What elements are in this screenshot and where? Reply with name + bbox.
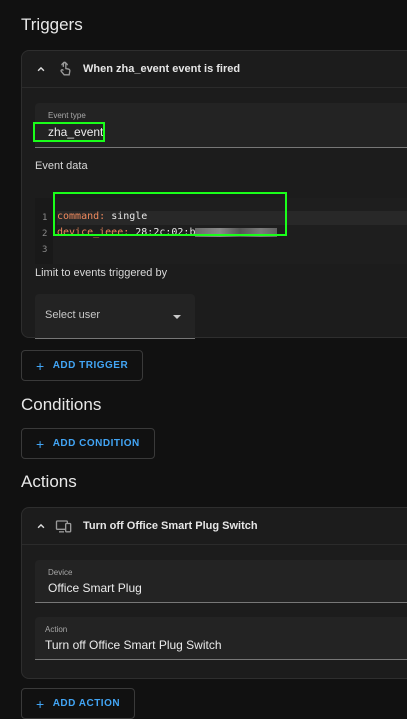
event-data-highlight: [53, 192, 287, 236]
event-type-highlight: [33, 122, 105, 142]
action-value: Turn off Office Smart Plug Switch: [45, 638, 222, 652]
add-condition-button[interactable]: + ADD CONDITION: [21, 428, 155, 459]
event-data-label: Event data: [35, 160, 88, 172]
add-trigger-button[interactable]: + ADD TRIGGER: [21, 350, 144, 381]
line-number: 1: [42, 213, 48, 223]
code-line[interactable]: [57, 243, 407, 257]
action-field[interactable]: Action Turn off Office Smart Plug Switch: [35, 617, 407, 660]
user-select-placeholder: Select user: [45, 309, 101, 321]
line-number: 3: [42, 245, 48, 255]
device-field[interactable]: Device Office Smart Plug: [35, 560, 407, 603]
limit-label: Limit to events triggered by: [35, 267, 168, 279]
add-action-button[interactable]: + ADD ACTION: [21, 688, 136, 719]
action-card: Turn off Office Smart Plug Switch Device…: [21, 507, 407, 679]
add-condition-label: ADD CONDITION: [52, 438, 140, 449]
chevron-up-icon[interactable]: [34, 519, 48, 533]
menu-down-icon: [173, 315, 181, 319]
line-number: 2: [42, 229, 48, 239]
add-action-label: ADD ACTION: [52, 698, 121, 709]
trigger-card-title: When zha_event event is fired: [83, 63, 241, 75]
user-select[interactable]: Select user: [35, 294, 195, 339]
action-card-header[interactable]: Turn off Office Smart Plug Switch: [22, 508, 407, 545]
plus-icon: +: [36, 695, 45, 712]
add-trigger-label: ADD TRIGGER: [52, 360, 129, 371]
actions-heading: Actions: [21, 472, 77, 491]
action-card-title: Turn off Office Smart Plug Switch: [83, 520, 258, 532]
trigger-card: When zha_event event is fired Event type…: [21, 50, 407, 339]
devices-icon: [55, 520, 72, 533]
device-label: Device: [48, 568, 73, 577]
triggers-heading: Triggers: [21, 15, 83, 34]
trigger-card-header[interactable]: When zha_event event is fired: [22, 51, 407, 88]
gesture-tap-icon: [60, 61, 71, 76]
conditions-heading: Conditions: [21, 395, 102, 414]
event-type-label: Event type: [48, 111, 86, 120]
plus-icon: +: [36, 357, 45, 374]
chevron-up-icon[interactable]: [34, 62, 48, 76]
plus-icon: +: [36, 435, 45, 452]
action-label: Action: [45, 625, 68, 634]
device-value: Office Smart Plug: [48, 581, 142, 595]
